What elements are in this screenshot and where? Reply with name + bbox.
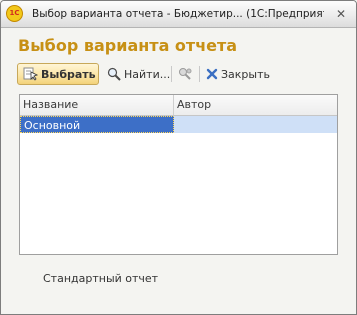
page-title: Выбор варианта отчета [18, 36, 238, 55]
close-button-label: Закрыть [221, 67, 270, 81]
delete-icon [206, 67, 218, 81]
list-header: Название Автор [20, 95, 337, 116]
close-button[interactable]: Закрыть [204, 63, 274, 85]
select-button-label: Выбрать [41, 67, 96, 81]
copy-variant-button[interactable] [175, 63, 195, 85]
report-variant-window: 1С Выбор варианта отчета - Бюджетир... (… [0, 0, 357, 315]
cell-author[interactable] [174, 116, 337, 133]
find-button[interactable]: Найти... [105, 63, 171, 85]
column-header-author[interactable]: Автор [174, 95, 337, 115]
find-button-label: Найти... [124, 67, 171, 81]
close-window-button[interactable]: ✕ [334, 7, 348, 21]
app-logo-icon: 1С [6, 5, 23, 22]
select-button[interactable]: Выбрать [17, 63, 99, 85]
app-logo-text: 1С [9, 9, 20, 17]
window-title: Выбор варианта отчета - Бюджетир... (1С:… [32, 8, 324, 20]
select-icon [23, 67, 39, 81]
toolbar-separator [199, 66, 200, 82]
close-icon: ✕ [335, 7, 347, 21]
report-description: Стандартный отчет [43, 272, 159, 285]
find-icon [107, 67, 121, 81]
column-header-name[interactable]: Название [20, 95, 174, 115]
cell-name[interactable]: Основной [20, 116, 174, 133]
variant-list[interactable]: Название Автор Основной [19, 94, 338, 255]
toolbar-separator [171, 66, 172, 82]
copy-icon [178, 67, 193, 81]
title-bar[interactable]: 1С Выбор варианта отчета - Бюджетир... (… [1, 1, 356, 28]
table-row[interactable]: Основной [20, 116, 337, 133]
